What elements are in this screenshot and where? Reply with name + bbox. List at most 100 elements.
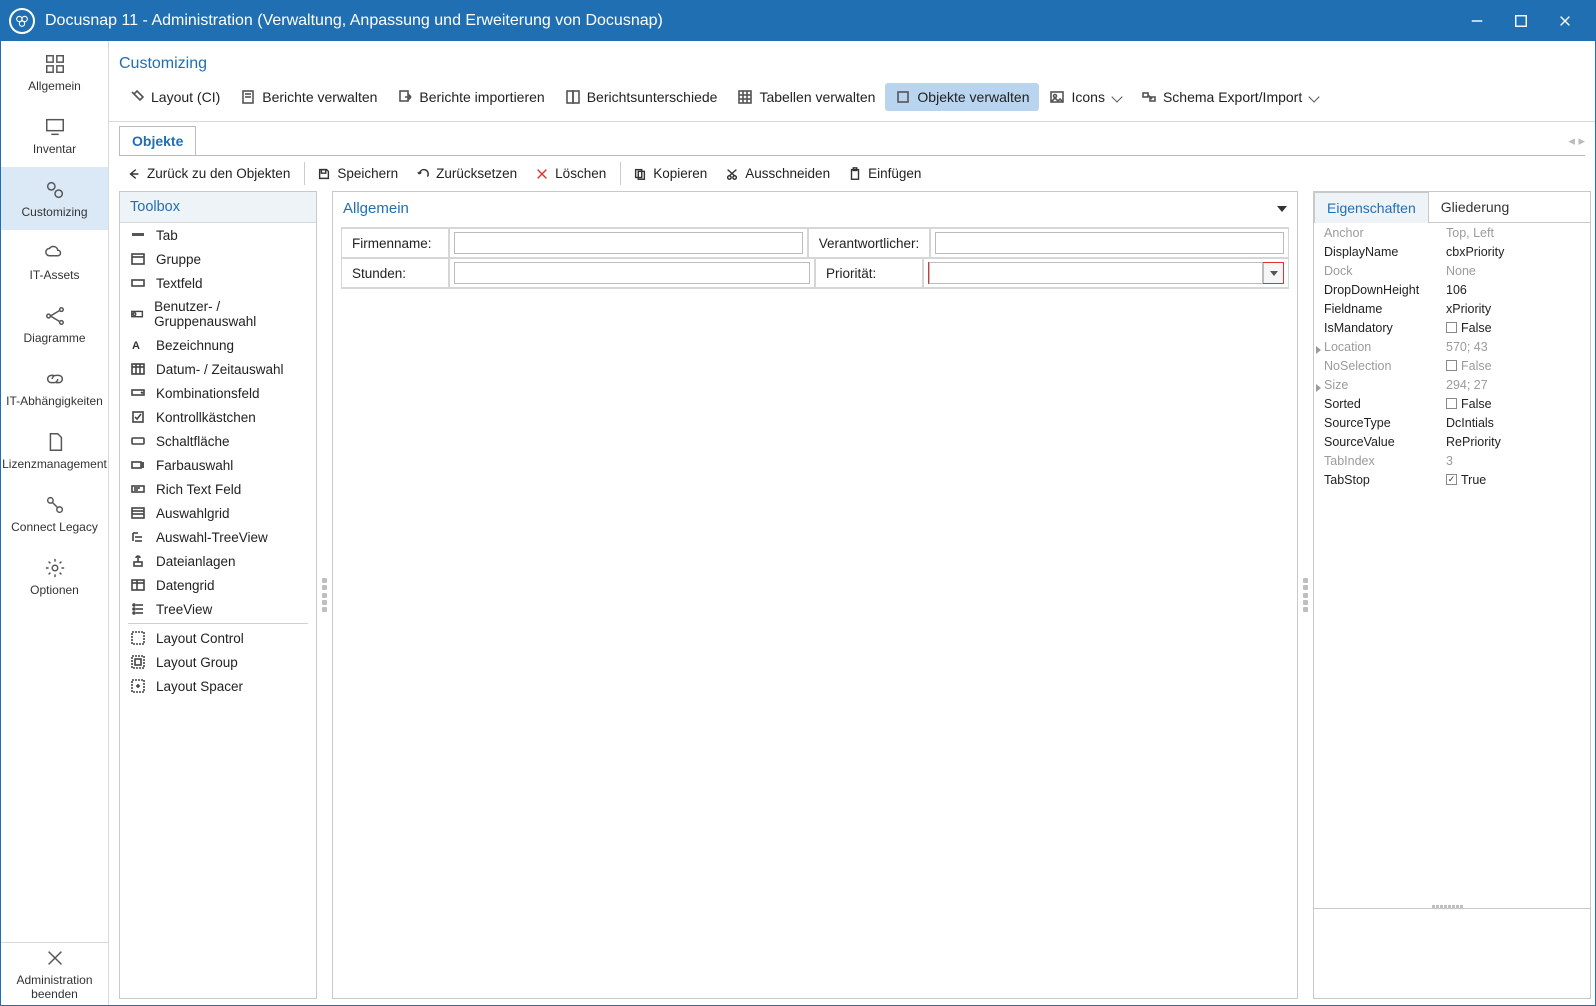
- sidebar-item-label: Connect Legacy: [11, 520, 98, 534]
- tab-eigenschaften[interactable]: Eigenschaften: [1314, 192, 1429, 223]
- toolbox-item-label: Schaltfläche: [156, 434, 230, 449]
- maximize-button[interactable]: [1499, 1, 1543, 41]
- tab-objekte[interactable]: Objekte: [119, 126, 196, 155]
- toolbox-item[interactable]: Schaltfläche: [120, 429, 316, 453]
- toolbox-item-label: Layout Group: [156, 655, 238, 670]
- sidebar-item-it-assets[interactable]: IT-Assets: [1, 230, 108, 293]
- checkbox-icon[interactable]: [1446, 398, 1457, 409]
- combo-prioritaet[interactable]: [928, 262, 1284, 284]
- toolbox-item[interactable]: Kombinationsfeld: [120, 381, 316, 405]
- form-grid: Firmenname: Verantwortlicher: Stunden: P…: [341, 227, 1289, 289]
- toolbox-item[interactable]: Farbauswahl: [120, 453, 316, 477]
- ribbon-berichtsunterschiede[interactable]: Berichtsunterschiede: [555, 83, 728, 111]
- ribbon-icons[interactable]: Icons: [1039, 83, 1130, 111]
- property-row[interactable]: DisplayNamecbxPriority: [1314, 242, 1590, 261]
- property-row[interactable]: DropDownHeight106: [1314, 280, 1590, 299]
- ribbon-label: Berichte verwalten: [262, 89, 377, 105]
- sidebar-item-diagramme[interactable]: Diagramme: [1, 293, 108, 356]
- toolbox-item[interactable]: Datum- / Zeitauswahl: [120, 357, 316, 381]
- toolbox-item[interactable]: Gruppe: [120, 247, 316, 271]
- sidebar-item-exit[interactable]: Administration beenden: [1, 942, 108, 1005]
- tab-nav-arrows[interactable]: ◂ ▸: [1568, 133, 1585, 149]
- toolbox-item-icon: [130, 457, 146, 473]
- property-name: TabStop: [1314, 473, 1440, 487]
- toolbox-item[interactable]: Rich Text Feld: [120, 477, 316, 501]
- toolbox-item[interactable]: Benutzer- / Gruppenauswahl: [120, 295, 316, 333]
- property-name: Anchor: [1314, 226, 1440, 240]
- property-value[interactable]: xPriority: [1440, 302, 1590, 316]
- property-row[interactable]: IsMandatoryFalse: [1314, 318, 1590, 337]
- combo-prioritaet-dropdown-button[interactable]: [1263, 263, 1283, 283]
- ribbon-berichte-verwalten[interactable]: Berichte verwalten: [230, 83, 387, 111]
- property-value[interactable]: False: [1440, 321, 1590, 335]
- property-row[interactable]: SourceTypeDcIntials: [1314, 413, 1590, 432]
- property-value[interactable]: False: [1440, 397, 1590, 411]
- resize-handle-icon[interactable]: [1432, 905, 1472, 912]
- property-value[interactable]: DcIntials: [1440, 416, 1590, 430]
- reset-button[interactable]: Zurücksetzen: [408, 162, 525, 185]
- toolbar-label: Speichern: [337, 166, 398, 181]
- monitor-icon: [44, 116, 66, 138]
- sidebar-item-connect[interactable]: Connect Legacy: [1, 482, 108, 545]
- sidebar-item-label: Diagramme: [23, 331, 85, 345]
- ribbon-objekte-verwalten[interactable]: Objekte verwalten: [885, 83, 1039, 111]
- input-firmenname[interactable]: [454, 232, 803, 254]
- tab-gliederung[interactable]: Gliederung: [1429, 192, 1522, 223]
- back-arrow-icon: [127, 167, 141, 181]
- combo-prioritaet-input[interactable]: [929, 262, 1263, 284]
- toolbox-item[interactable]: Layout Control: [120, 626, 316, 650]
- checkbox-icon[interactable]: ✓: [1446, 474, 1457, 485]
- toolbox-item-icon: A: [130, 337, 146, 353]
- copy-button[interactable]: Kopieren: [620, 162, 715, 185]
- toolbox-item[interactable]: Tab: [120, 223, 316, 247]
- toolbox-item[interactable]: Datengrid: [120, 573, 316, 597]
- toolbox-item-icon: [130, 678, 146, 694]
- ribbon-tabellen-verwalten[interactable]: Tabellen verwalten: [727, 83, 885, 111]
- cut-icon: [725, 167, 739, 181]
- ribbon-berichte-import[interactable]: Berichte importieren: [387, 83, 554, 111]
- property-value[interactable]: cbxPriority: [1440, 245, 1590, 259]
- toolbox-item[interactable]: Dateianlagen: [120, 549, 316, 573]
- sidebar-item-lizenz[interactable]: Lizenzmanagement: [1, 419, 108, 482]
- toolbox-item[interactable]: Auswahl-TreeView: [120, 525, 316, 549]
- sidebar-item-customizing[interactable]: Customizing: [1, 167, 108, 230]
- sidebar-item-it-abh[interactable]: IT-Abhängigkeiten: [1, 356, 108, 419]
- property-value[interactable]: 106: [1440, 283, 1590, 297]
- property-value[interactable]: ✓True: [1440, 473, 1590, 487]
- toolbox-item-label: Gruppe: [156, 252, 201, 267]
- checkbox-icon[interactable]: [1446, 322, 1457, 333]
- save-button[interactable]: Speichern: [304, 162, 406, 185]
- toolbox-item[interactable]: Textfeld: [120, 271, 316, 295]
- toolbox-item[interactable]: ABezeichnung: [120, 333, 316, 357]
- splitter-right[interactable]: [1302, 191, 1309, 999]
- collapse-caret-icon[interactable]: [1277, 206, 1287, 212]
- input-verantwortlicher[interactable]: [935, 232, 1284, 254]
- titlebar: Docusnap 11 - Administration (Verwaltung…: [1, 1, 1595, 41]
- close-window-button[interactable]: [1543, 1, 1587, 41]
- property-row[interactable]: TabStop✓True: [1314, 470, 1590, 489]
- cloud-link-icon: [44, 242, 66, 264]
- sidebar-item-inventar[interactable]: Inventar: [1, 104, 108, 167]
- toolbar-label: Kopieren: [653, 166, 707, 181]
- toolbox-item[interactable]: Layout Spacer: [120, 674, 316, 698]
- sidebar-item-optionen[interactable]: Optionen: [1, 545, 108, 608]
- property-row[interactable]: SortedFalse: [1314, 394, 1590, 413]
- cut-button[interactable]: Ausschneiden: [717, 162, 838, 185]
- toolbox-item-label: Datengrid: [156, 578, 215, 593]
- delete-button[interactable]: Löschen: [527, 162, 614, 185]
- toolbox-item[interactable]: Auswahlgrid: [120, 501, 316, 525]
- ribbon-layout-ci[interactable]: Layout (CI): [119, 83, 230, 111]
- property-row[interactable]: SourceValueRePriority: [1314, 432, 1590, 451]
- input-stunden[interactable]: [454, 262, 810, 284]
- toolbox-item[interactable]: TreeView: [120, 597, 316, 621]
- property-value[interactable]: RePriority: [1440, 435, 1590, 449]
- paste-button[interactable]: Einfügen: [840, 162, 929, 185]
- ribbon-schema[interactable]: Schema Export/Import: [1131, 83, 1328, 111]
- property-row[interactable]: FieldnamexPriority: [1314, 299, 1590, 318]
- sidebar-item-allgemein[interactable]: Allgemein: [1, 41, 108, 104]
- toolbox-item[interactable]: Kontrollkästchen: [120, 405, 316, 429]
- back-button[interactable]: Zurück zu den Objekten: [119, 162, 298, 185]
- splitter-left[interactable]: [321, 191, 328, 999]
- toolbox-item[interactable]: Layout Group: [120, 650, 316, 674]
- minimize-button[interactable]: [1455, 1, 1499, 41]
